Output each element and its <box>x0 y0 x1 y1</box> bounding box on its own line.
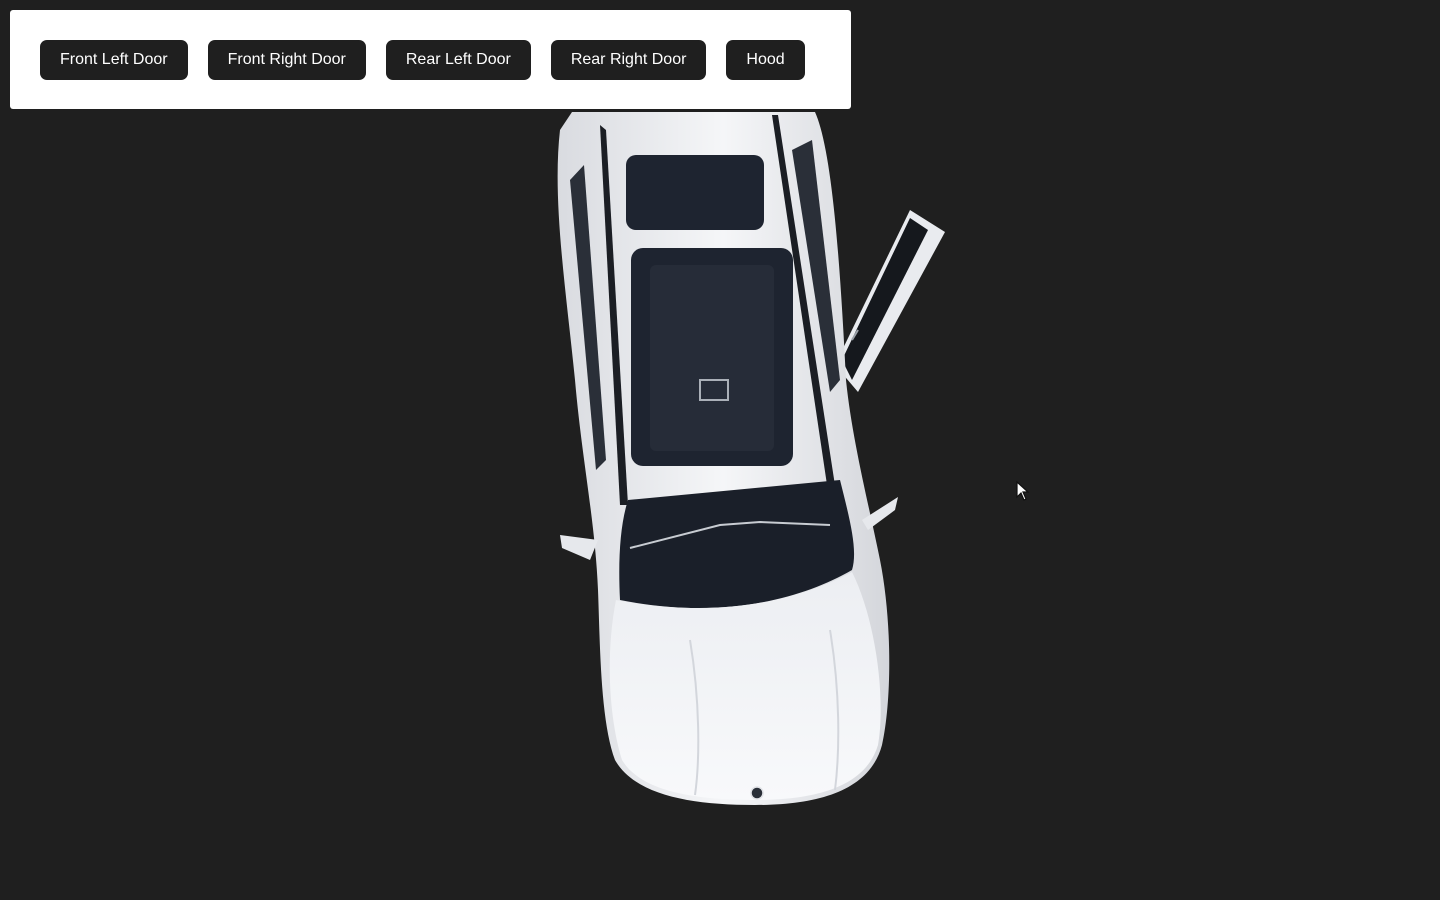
car-emblem-icon <box>750 786 764 800</box>
rear-left-door-button[interactable]: Rear Left Door <box>385 39 531 80</box>
left-mirror <box>560 535 598 560</box>
roof-interior <box>650 265 774 451</box>
front-left-door-button[interactable]: Front Left Door <box>40 39 188 80</box>
front-right-door-button[interactable]: Front Right Door <box>207 39 366 80</box>
front-right-door[interactable] <box>835 210 945 392</box>
rear-sunroof <box>626 155 764 230</box>
3d-viewport[interactable]: Front Left Door Front Right Door Rear Le… <box>0 0 1440 900</box>
door-control-panel: Front Left Door Front Right Door Rear Le… <box>10 10 851 109</box>
rear-right-door-button[interactable]: Rear Right Door <box>550 39 707 80</box>
car-3d-model[interactable] <box>0 0 1440 900</box>
mouse-pointer-icon <box>1016 481 1030 501</box>
hood-button[interactable]: Hood <box>726 39 805 80</box>
hood[interactable] <box>609 572 881 800</box>
